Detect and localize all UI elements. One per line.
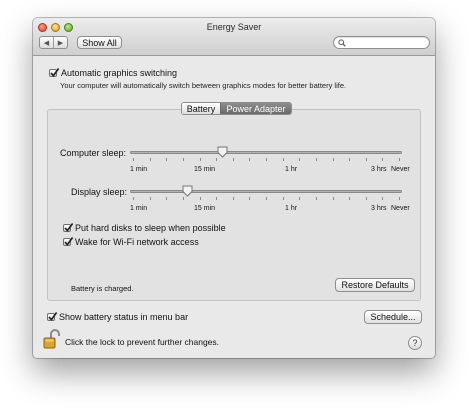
slider-tick-mark bbox=[216, 197, 218, 200]
wifi-wake-row[interactable]: Wake for Wi-Fi network access bbox=[63, 237, 199, 247]
slider-track[interactable] bbox=[130, 151, 402, 154]
slider-tick-mark bbox=[266, 158, 267, 161]
slider-tick-mark bbox=[332, 197, 334, 200]
tick-label: 1 min bbox=[130, 166, 148, 173]
power-source-tabs: Battery Power Adapter bbox=[181, 102, 292, 115]
help-button[interactable]: ? bbox=[408, 336, 422, 350]
slider-tick-mark bbox=[182, 197, 184, 200]
back-forward-control: ◀ ▶ bbox=[39, 36, 68, 49]
tick-label: 1 min bbox=[130, 205, 148, 212]
tick-label: 3 hrs bbox=[371, 166, 387, 173]
tab-battery[interactable]: Battery bbox=[182, 103, 220, 114]
slider-tick-mark bbox=[282, 197, 284, 200]
tab-panel: Computer sleep: 1 min 15 min 1 hr 3 hrs … bbox=[47, 109, 421, 301]
slider-tick-mark bbox=[249, 197, 251, 200]
slider-track[interactable] bbox=[130, 190, 402, 193]
slider-tick-mark bbox=[299, 158, 301, 161]
checkmark-icon bbox=[64, 237, 74, 246]
slider-tick-mark bbox=[299, 197, 301, 200]
tick-label: Never bbox=[391, 166, 410, 173]
slider-tick-mark bbox=[166, 197, 168, 200]
tab-power-adapter[interactable]: Power Adapter bbox=[220, 103, 291, 114]
slider-tick-mark bbox=[266, 197, 267, 200]
search-input[interactable] bbox=[348, 37, 426, 48]
checkmark-icon bbox=[64, 223, 74, 232]
search-field[interactable] bbox=[333, 36, 430, 49]
slider-tick-mark bbox=[315, 197, 317, 200]
slider-tick-mark bbox=[199, 158, 201, 161]
tick-label: 1 hr bbox=[285, 205, 298, 212]
menu-bar-status-row[interactable]: Show battery status in menu bar bbox=[47, 312, 188, 322]
disk-sleep-row[interactable]: Put hard disks to sleep when possible bbox=[63, 223, 226, 233]
slider-tick-mark bbox=[149, 197, 151, 200]
slider-tick-mark bbox=[149, 158, 151, 161]
slider-tick-mark bbox=[349, 158, 351, 161]
tick-label: Never bbox=[391, 205, 410, 212]
back-arrow-icon[interactable]: ◀ bbox=[40, 37, 53, 48]
checkmark-icon bbox=[50, 68, 60, 77]
disk-sleep-label: Put hard disks to sleep when possible bbox=[75, 223, 226, 233]
title-bar: Energy Saver ◀ ▶ Show All bbox=[33, 18, 435, 56]
slider-tick-mark bbox=[199, 197, 201, 200]
slider-tick-mark bbox=[365, 158, 367, 161]
slider-tick-mark bbox=[382, 158, 384, 161]
window-title: Energy Saver bbox=[206, 22, 262, 32]
slider-tick-mark bbox=[232, 158, 234, 161]
slider-tick-mark bbox=[315, 158, 317, 161]
schedule-button[interactable]: Schedule... bbox=[364, 310, 422, 324]
padlock-open-icon[interactable] bbox=[43, 328, 61, 350]
magnifier-icon bbox=[338, 39, 346, 47]
show-all-button[interactable]: Show All bbox=[77, 36, 122, 49]
computer-sleep-label: Computer sleep: bbox=[60, 148, 127, 158]
slider-tick-mark bbox=[232, 197, 234, 200]
slider-tick-mark bbox=[399, 197, 400, 200]
slider-tick-mark bbox=[133, 158, 134, 161]
slider-tick-mark bbox=[166, 158, 168, 161]
graphics-switching-label: Automatic graphics switching bbox=[61, 68, 178, 78]
checkmark-icon bbox=[48, 312, 58, 321]
restore-defaults-button[interactable]: Restore Defaults bbox=[335, 278, 415, 292]
graphics-switching-checkbox[interactable] bbox=[49, 68, 60, 77]
tick-label: 15 min bbox=[194, 166, 216, 173]
slider-tick-mark bbox=[249, 158, 251, 161]
display-sleep-knob[interactable] bbox=[182, 185, 193, 197]
menu-bar-status-checkbox[interactable] bbox=[47, 312, 58, 321]
slider-tick-mark bbox=[382, 197, 384, 200]
display-sleep-label: Display sleep: bbox=[71, 187, 128, 197]
computer-sleep-knob[interactable] bbox=[217, 146, 228, 158]
slider-tick-mark bbox=[365, 197, 367, 200]
disk-sleep-checkbox[interactable] bbox=[63, 223, 74, 232]
tick-label: 3 hrs bbox=[371, 205, 387, 212]
graphics-switching-row[interactable]: Automatic graphics switching bbox=[49, 68, 177, 78]
wifi-wake-label: Wake for Wi-Fi network access bbox=[75, 237, 199, 247]
tick-label: 15 min bbox=[194, 205, 216, 212]
slider-tick-mark bbox=[182, 158, 184, 161]
menu-bar-status-label: Show battery status in menu bar bbox=[59, 312, 189, 322]
forward-arrow-icon[interactable]: ▶ bbox=[53, 37, 67, 48]
slider-tick-mark bbox=[282, 158, 284, 161]
slider-tick-mark bbox=[133, 197, 134, 200]
lock-message: Click the lock to prevent further change… bbox=[65, 337, 220, 347]
slider-tick-mark bbox=[349, 197, 351, 200]
slider-tick-mark bbox=[332, 158, 334, 161]
tick-label: 1 hr bbox=[285, 166, 298, 173]
graphics-switching-description: Your computer will automatically switch … bbox=[60, 81, 347, 90]
battery-status-text: Battery is charged. bbox=[71, 284, 134, 293]
slider-tick-mark bbox=[216, 158, 218, 161]
slider-tick-mark bbox=[399, 158, 400, 161]
energy-saver-window: Energy Saver ◀ ▶ Show All Automatic grap… bbox=[33, 18, 435, 358]
wifi-wake-checkbox[interactable] bbox=[63, 237, 74, 246]
